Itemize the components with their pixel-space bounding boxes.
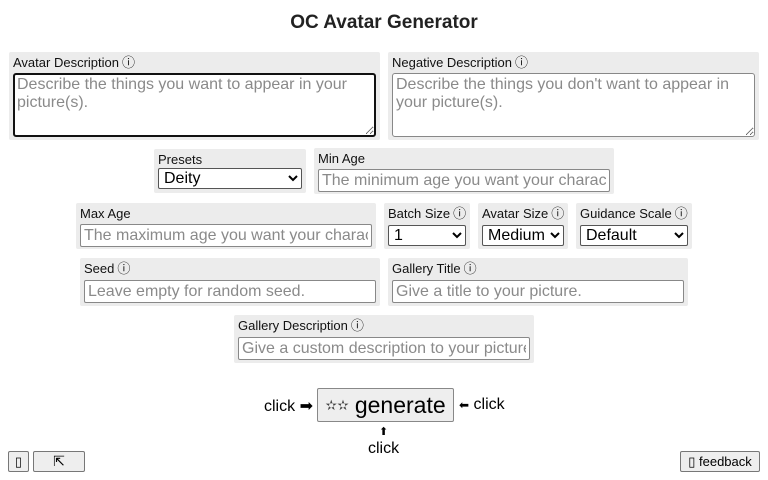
avatar-size-panel: Avatar Size ⓘ Medium — [478, 203, 568, 249]
guidance-scale-label-text: Guidance Scale — [580, 206, 672, 221]
feedback-icon: ▯ — [688, 453, 696, 469]
stars-icon: ✫✫ — [325, 396, 349, 413]
negative-description-label-text: Negative Description — [392, 55, 512, 70]
guidance-scale-label: Guidance Scale ⓘ — [580, 207, 688, 222]
arrow-up-icon: ⬆ — [379, 426, 389, 438]
avatar-size-label-text: Avatar Size — [482, 206, 549, 221]
gallery-title-label-text: Gallery Title — [392, 261, 461, 276]
negative-description-panel: Negative Description ⓘ — [388, 52, 759, 140]
negative-description-input[interactable] — [392, 73, 755, 137]
batch-size-panel: Batch Size ⓘ 1 — [384, 203, 470, 249]
presets-panel: Presets Deity — [154, 149, 306, 193]
avatar-description-label: Avatar Description ⓘ — [13, 56, 376, 71]
negative-description-label: Negative Description ⓘ — [392, 56, 755, 71]
min-age-input[interactable] — [318, 169, 610, 192]
seed-label-text: Seed — [84, 261, 115, 276]
guidance-scale-panel: Guidance Scale ⓘ Default — [576, 203, 692, 249]
click-hint-left-text: click — [264, 398, 296, 415]
gallery-description-label: Gallery Description ⓘ — [238, 319, 530, 334]
avatar-description-label-text: Avatar Description — [13, 55, 119, 70]
avatar-description-panel: Avatar Description ⓘ — [9, 52, 380, 140]
info-icon[interactable]: ⓘ — [117, 261, 130, 276]
menu-button[interactable]: ▯ — [8, 451, 29, 472]
click-hint-bottom: click — [368, 440, 400, 457]
min-age-panel: Min Age — [314, 148, 614, 194]
max-age-input[interactable] — [80, 224, 372, 247]
arrow-left-icon: ⬅ — [459, 398, 470, 412]
seed-input[interactable] — [84, 280, 376, 303]
menu-icon: ▯ — [14, 453, 23, 469]
info-icon[interactable]: ⓘ — [351, 318, 364, 333]
seed-panel: Seed ⓘ — [80, 258, 380, 306]
avatar-size-label: Avatar Size ⓘ — [482, 207, 564, 222]
gallery-description-panel: Gallery Description ⓘ — [234, 315, 534, 363]
max-age-panel: Max Age — [76, 203, 376, 249]
batch-size-label-text: Batch Size — [388, 206, 451, 221]
info-icon[interactable]: ⓘ — [464, 261, 477, 276]
min-age-label: Min Age — [318, 151, 365, 166]
generate-button-label: generate — [354, 391, 446, 418]
guidance-scale-select[interactable]: Default — [580, 225, 688, 246]
page-title: OC Avatar Generator — [290, 12, 478, 33]
gallery-description-input[interactable] — [238, 337, 530, 360]
batch-size-select[interactable]: 1 — [388, 225, 466, 246]
gallery-description-label-text: Gallery Description — [238, 318, 348, 333]
gallery-title-panel: Gallery Title ⓘ — [388, 258, 688, 306]
avatar-description-input[interactable] — [13, 73, 376, 137]
click-hint-left: click ➡ — [264, 396, 313, 416]
info-icon[interactable]: ⓘ — [551, 206, 564, 221]
avatar-size-select[interactable]: Medium — [482, 225, 564, 246]
gallery-title-input[interactable] — [392, 280, 684, 303]
click-hint-right-text: click — [473, 396, 505, 413]
expand-button[interactable]: ⇱ — [33, 451, 85, 472]
batch-size-label: Batch Size ⓘ — [388, 207, 466, 222]
seed-label: Seed ⓘ — [84, 262, 376, 277]
feedback-button[interactable]: ▯ feedback — [680, 451, 760, 472]
feedback-label: feedback — [699, 454, 752, 469]
arrow-right-icon: ➡ — [299, 398, 313, 415]
info-icon[interactable]: ⓘ — [453, 206, 466, 221]
presets-label: Presets — [158, 152, 203, 167]
presets-select[interactable]: Deity — [158, 168, 302, 189]
generate-button[interactable]: ✫✫ generate — [317, 388, 454, 422]
max-age-label: Max Age — [80, 206, 131, 221]
gallery-title-label: Gallery Title ⓘ — [392, 262, 684, 277]
expand-icon: ⇱ — [53, 453, 65, 469]
click-hint-right: ⬅ click — [459, 396, 505, 414]
info-icon[interactable]: ⓘ — [675, 206, 688, 221]
info-icon[interactable]: ⓘ — [515, 55, 528, 70]
info-icon[interactable]: ⓘ — [122, 55, 135, 70]
